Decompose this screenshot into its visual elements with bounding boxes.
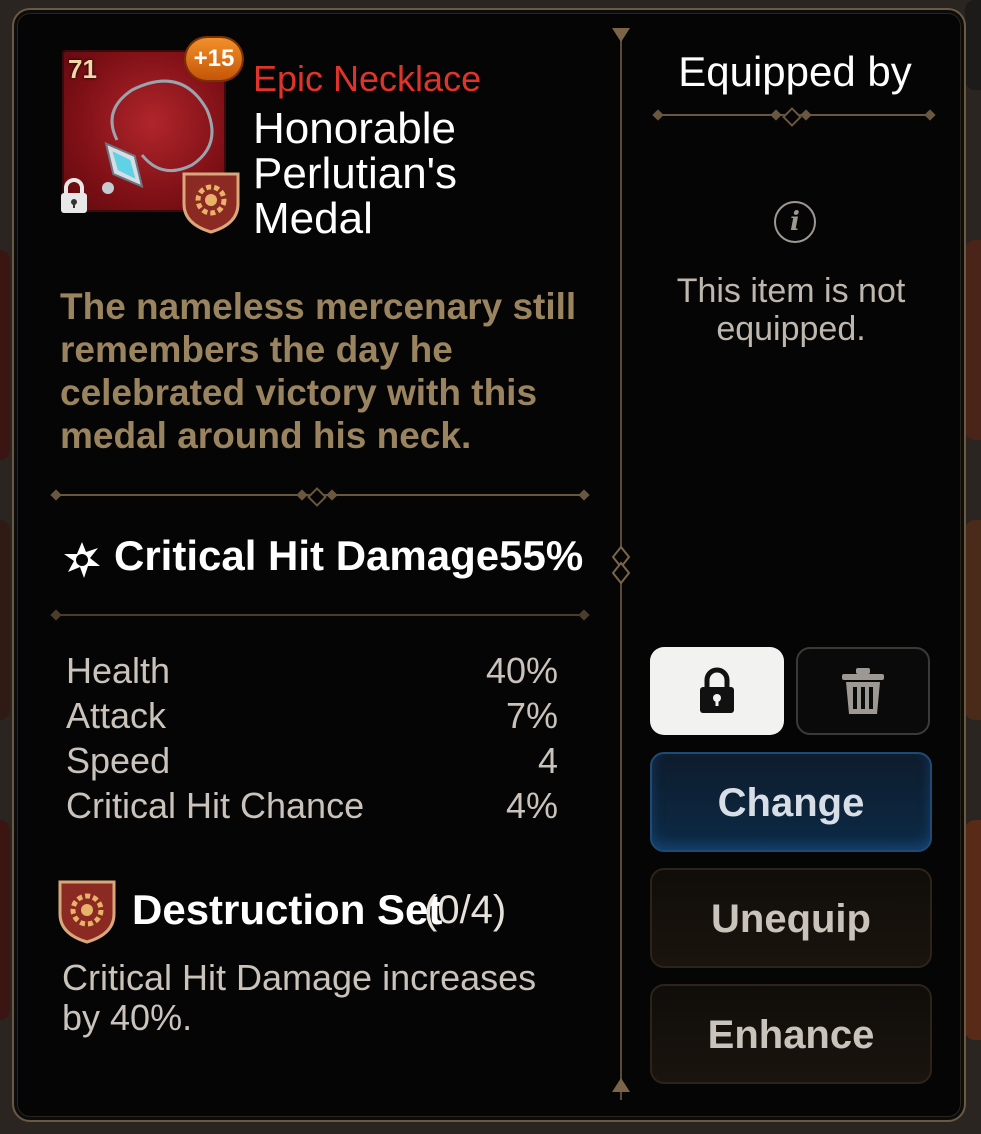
trash-icon <box>842 668 884 714</box>
item-name: Honorable Perlutian's Medal <box>253 104 458 243</box>
main-stat-name: Critical Hit Damage <box>114 532 500 579</box>
background-card <box>965 820 981 1040</box>
main-stat: Critical Hit Damage55% <box>62 532 583 584</box>
ornate-divider <box>50 486 592 507</box>
main-stat-label: Critical Hit Damage55% <box>114 532 583 580</box>
ornate-divider <box>652 106 936 127</box>
thin-divider <box>50 606 592 624</box>
destruction-set-icon <box>58 880 116 944</box>
divider-cap <box>612 1078 630 1092</box>
lock-icon <box>61 178 87 213</box>
sub-stat-label: Attack <box>66 695 167 736</box>
set-name: Destruction Set <box>132 886 443 933</box>
change-button[interactable]: Change <box>650 752 932 852</box>
sub-stat-label: Health <box>66 650 171 691</box>
set-progress: (0/4) <box>424 888 507 932</box>
item-level: 71 <box>68 54 97 84</box>
sub-stats-list: Health 40% Attack 7% Speed 4 Critical Hi… <box>66 650 558 830</box>
sub-stat-row: Speed 4 <box>66 740 558 785</box>
item-rarity: Epic Necklace <box>253 58 482 99</box>
sub-stat-value: 40% <box>485 650 558 691</box>
unequip-button[interactable]: Unequip <box>650 868 932 968</box>
info-icon: i <box>774 201 816 243</box>
sub-stat-value: 7% <box>505 695 558 736</box>
discard-button[interactable] <box>796 647 930 735</box>
lock-icon <box>700 667 734 713</box>
sub-stat-value: 4% <box>505 785 558 826</box>
set-description: Critical Hit Damage increases by 40%. <box>62 957 537 1038</box>
background-card <box>965 520 981 720</box>
lock-button[interactable] <box>650 647 784 735</box>
sub-stat-label: Speed <box>66 740 171 781</box>
not-equipped-message: This item is not equipped. <box>676 272 906 348</box>
main-stat-value: 55% <box>499 532 584 579</box>
background-card <box>965 240 981 440</box>
sub-stat-label: Critical Hit Chance <box>66 785 365 826</box>
sub-stat-row: Attack 7% <box>66 695 558 740</box>
item-description: The nameless mercenary still remembers t… <box>60 286 577 456</box>
background-card <box>0 250 10 460</box>
background-card <box>0 820 10 1020</box>
sub-stat-row: Health 40% <box>66 650 558 695</box>
divider-cap <box>612 28 630 42</box>
equipped-by-title: Equipped by <box>678 48 912 95</box>
critical-damage-icon <box>64 542 100 578</box>
destruction-set-icon <box>182 172 240 234</box>
divider-ornament <box>611 545 631 585</box>
enhance-button[interactable]: Enhance <box>650 984 932 1084</box>
background-card <box>965 0 981 90</box>
background-card <box>0 520 10 720</box>
enhance-level-badge: +15 <box>186 38 242 80</box>
sub-stat-value: 4 <box>537 740 558 781</box>
set-bonus-header: Destruction Set (0/4) <box>56 876 596 946</box>
sub-stat-row: Critical Hit Chance 4% <box>66 785 558 830</box>
necklace-item-icon[interactable]: 71 +15 <box>61 38 242 234</box>
